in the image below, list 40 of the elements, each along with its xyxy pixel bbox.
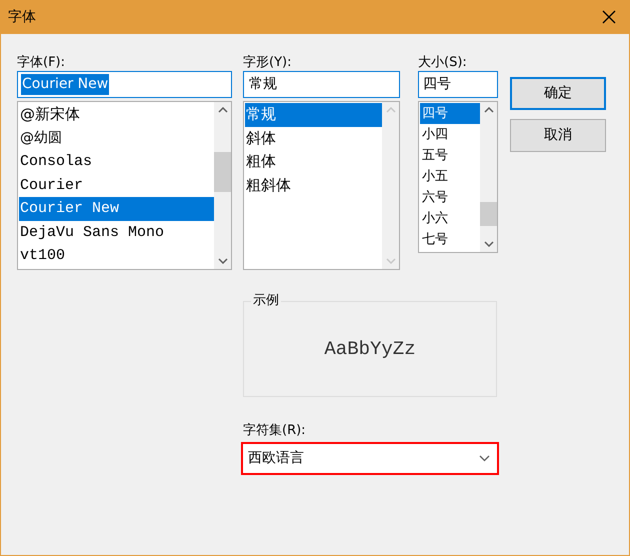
list-item[interactable]: 斜体 xyxy=(245,126,382,150)
field-label: 字符集(R): xyxy=(243,422,307,439)
scroll-up-icon[interactable] xyxy=(218,107,228,113)
sample-text: AaBbYyZz xyxy=(324,336,416,362)
window-title: 字体 xyxy=(8,8,36,26)
list-item[interactable]: 七号 xyxy=(420,229,480,250)
list-item[interactable]: Courier xyxy=(19,174,214,197)
list-item[interactable]: 小五 xyxy=(420,166,480,187)
list-item[interactable]: 小六 xyxy=(420,208,480,229)
list-item[interactable]: 粗斜体 xyxy=(245,174,382,197)
scroll-thumb[interactable] xyxy=(214,152,231,192)
chevron-down-icon xyxy=(479,455,490,462)
dialog-button[interactable]: 取消 xyxy=(510,119,606,152)
field-label: 大小(S): xyxy=(418,54,468,71)
list-item[interactable]: 粗体 xyxy=(245,150,382,174)
scroll-down-icon[interactable] xyxy=(218,258,228,264)
scroll-down-icon[interactable] xyxy=(484,241,494,247)
list-item[interactable]: Courier New xyxy=(19,197,214,220)
scrollbar[interactable] xyxy=(214,102,231,269)
list-item[interactable]: 常规 xyxy=(245,103,382,126)
list-item[interactable]: @新宋体 xyxy=(19,103,214,126)
list-item[interactable]: vt100 xyxy=(19,244,214,268)
list-item[interactable]: 小四 xyxy=(420,124,480,145)
input-field[interactable]: 四号 xyxy=(418,71,498,98)
scrollbar[interactable] xyxy=(480,102,497,252)
close-icon[interactable] xyxy=(602,10,616,24)
list-item[interactable]: 四号 xyxy=(420,103,480,124)
list-item[interactable]: Consolas xyxy=(19,150,214,174)
field-label: 字形(Y): xyxy=(243,54,292,71)
list-item[interactable]: @幼圆 xyxy=(19,126,214,150)
input-field[interactable]: Courier New xyxy=(17,71,232,98)
scroll-up-icon[interactable] xyxy=(484,107,494,113)
list-item[interactable]: 五号 xyxy=(420,145,480,166)
field-label: 字体(F): xyxy=(17,54,66,71)
list-item[interactable]: 六号 xyxy=(420,187,480,208)
dropdown[interactable]: 西欧语言 xyxy=(241,442,499,475)
scroll-thumb[interactable] xyxy=(480,202,497,226)
list-item[interactable]: DejaVu Sans Mono xyxy=(19,220,214,244)
input-field[interactable]: 常规 xyxy=(243,71,400,98)
dialog-button[interactable]: 确定 xyxy=(510,77,606,110)
